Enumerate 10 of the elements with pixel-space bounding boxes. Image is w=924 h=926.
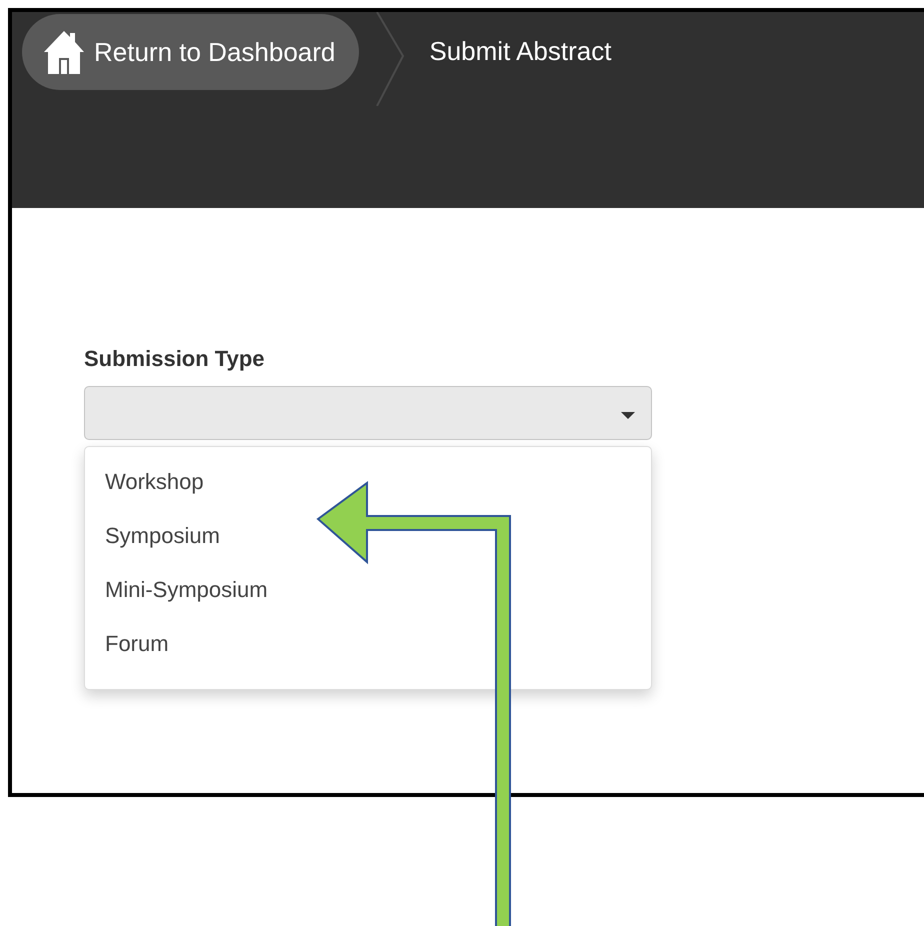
return-to-dashboard-link[interactable]: Return to Dashboard (22, 14, 360, 90)
submission-type-dropdown[interactable] (84, 386, 652, 440)
home-icon (44, 30, 84, 74)
breadcrumb-current: Submit Abstract (429, 36, 612, 67)
field-label: Submission Type (84, 346, 266, 372)
dropdown-option[interactable]: Symposium (85, 515, 651, 569)
dropdown-option[interactable]: Workshop (85, 461, 651, 515)
dropdown-option[interactable]: Forum (85, 623, 651, 677)
caret-icon (621, 412, 635, 419)
dropdown-option[interactable]: Mini-Symposium (85, 569, 651, 623)
